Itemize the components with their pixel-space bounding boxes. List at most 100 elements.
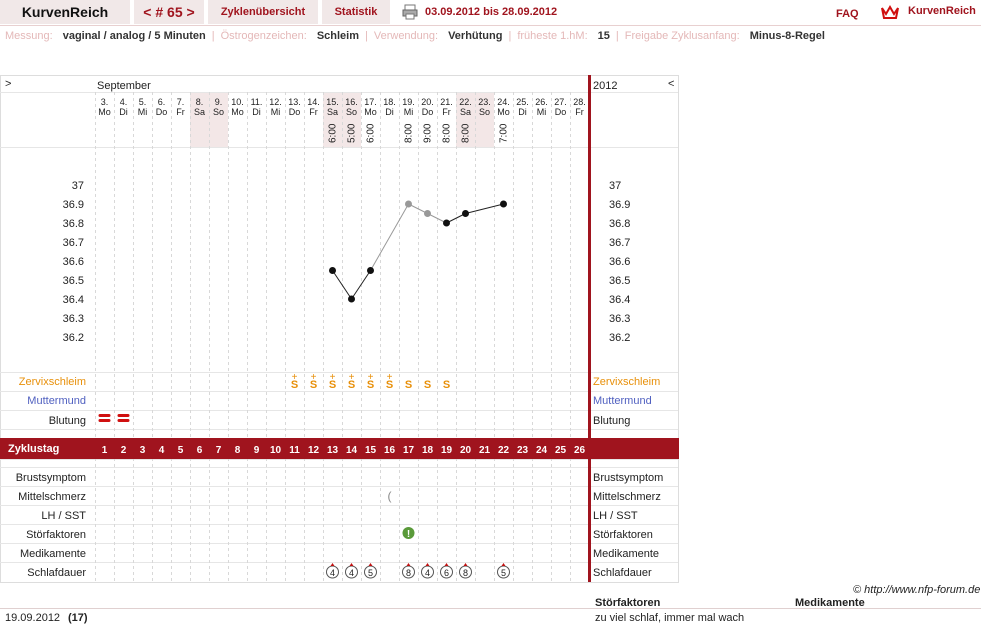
bleeding-mark [98, 419, 111, 422]
day-date: 14. [307, 97, 320, 107]
mucus-mark: S [443, 379, 450, 391]
cycle-day-number: 11 [289, 445, 300, 456]
temp-tick-left: 36.8 [63, 218, 84, 230]
cycle-day-number: 10 [270, 445, 282, 456]
mucus-plus: + [330, 372, 336, 383]
temp-tick-left: 37 [72, 180, 84, 192]
mucus-plus: + [311, 372, 317, 383]
mucus-mark: S [405, 379, 412, 391]
row-label-stoerfaktoren: Störfaktoren [26, 529, 86, 541]
day-weekday: Do [289, 107, 301, 117]
day-weekday: Sa [327, 107, 338, 117]
day-weekday: Mo [231, 107, 244, 117]
day-date: 3. [101, 97, 109, 107]
temp-tick-left: 36.3 [63, 313, 84, 325]
day-weekday: Di [252, 107, 261, 117]
day-weekday: So [479, 107, 490, 117]
temp-tick-left: 36.6 [63, 256, 84, 268]
day-date: 15. [326, 97, 339, 107]
sleep-hours: 5 [501, 568, 506, 578]
day-date: 11. [251, 97, 263, 107]
cycle-day-number: 25 [555, 445, 567, 456]
temperature-point [367, 267, 374, 274]
row-label-right-schlafdauer: Schlafdauer [593, 567, 652, 579]
copyright: © http://www.nfp-forum.de [853, 584, 981, 596]
row-label-schlafdauer: Schlafdauer [27, 567, 86, 579]
day-weekday: Di [385, 107, 394, 117]
day-date: 22. [459, 97, 472, 107]
cycle-day-number: 16 [384, 445, 396, 456]
temperature-point [462, 210, 469, 217]
cycle-day-number: 21 [479, 445, 491, 456]
sleep-hours: 4 [330, 568, 335, 578]
day-date: 21. [440, 97, 453, 107]
day-weekday: Sa [460, 107, 471, 117]
cycle-chart: Zyklustag> <September 20123.Mo14.Di25.Mi36… [0, 75, 679, 583]
temp-tick-right: 36.8 [609, 218, 630, 230]
cycle-day-number: 18 [422, 445, 434, 456]
cycle-day-number: 4 [159, 445, 165, 456]
day-weekday: Do [422, 107, 434, 117]
temp-tick-right: 37 [609, 180, 621, 192]
cycle-day-number: 2 [121, 445, 127, 456]
cycle-day-number: 12 [308, 445, 320, 456]
prev-arrow: > [5, 78, 11, 90]
day-date: 6. [158, 97, 166, 107]
temp-tick-left: 36.2 [63, 332, 84, 344]
cycle-day-number: 14 [346, 445, 358, 456]
day-weekday: So [213, 107, 224, 117]
bleeding-mark [98, 414, 111, 417]
footer-medication-header: Medikamente [795, 597, 865, 609]
temperature-point [329, 267, 336, 274]
day-weekday: Mo [98, 107, 111, 117]
day-date: 10. [231, 97, 244, 107]
row-label-right-lh_sst: LH / SST [593, 510, 638, 522]
day-date: 12. [269, 97, 282, 107]
mucus-plus: + [349, 372, 355, 383]
measure-time: 9:00 [423, 123, 434, 143]
day-weekday: So [346, 107, 357, 117]
day-date: 4. [120, 97, 128, 107]
temp-tick-right: 36.6 [609, 256, 630, 268]
day-weekday: Fr [442, 107, 451, 117]
temp-tick-right: 36.5 [609, 275, 630, 287]
cycle-day-number: 7 [216, 445, 222, 456]
measure-time: 6:00 [328, 123, 339, 143]
temp-tick-right: 36.7 [609, 237, 630, 249]
cycle-day-number: 6 [197, 445, 203, 456]
footer-disturbance-header: Störfaktoren [595, 597, 661, 609]
day-date: 18. [383, 97, 396, 107]
row-label-blutung: Blutung [49, 415, 86, 427]
footer-cycle-day: (17) [68, 612, 88, 624]
day-date: 16. [345, 97, 358, 107]
cycle-day-number: 23 [517, 445, 529, 456]
disturbance-icon-glyph: ! [407, 529, 410, 540]
cycle-day-number: 15 [365, 445, 377, 456]
measure-time: 7:00 [499, 123, 510, 143]
row-label-right-medikamente: Medikamente [593, 548, 659, 560]
day-weekday: Fr [575, 107, 584, 117]
next-arrow: < [668, 78, 674, 90]
day-date: 24. [497, 97, 510, 107]
row-label-right-stoerfaktoren: Störfaktoren [593, 529, 653, 541]
cycle-day-number: 24 [536, 445, 548, 456]
day-weekday: Di [119, 107, 128, 117]
cycle-day-label: Zyklustag [8, 443, 59, 455]
row-label-right-mittelschmerz: Mittelschmerz [593, 491, 661, 503]
day-weekday: Fr [176, 107, 185, 117]
temp-tick-left: 36.4 [63, 294, 84, 306]
cycle-day-number: 8 [235, 445, 241, 456]
row-label-mittelschmerz: Mittelschmerz [18, 491, 86, 503]
cycle-day-number: 9 [254, 445, 260, 456]
day-date: 27. [554, 97, 567, 107]
year-label: 2012 [593, 80, 617, 92]
cycle-day-number: 17 [403, 445, 415, 456]
day-date: 8. [196, 97, 204, 107]
row-label-muttermund: Muttermund [27, 395, 86, 407]
cycle-day-number: 13 [327, 445, 339, 456]
measure-time: 8:00 [461, 123, 472, 143]
day-weekday: Mo [364, 107, 377, 117]
day-date: 19. [402, 97, 415, 107]
day-date: 9. [215, 97, 223, 107]
temperature-point [405, 200, 412, 208]
